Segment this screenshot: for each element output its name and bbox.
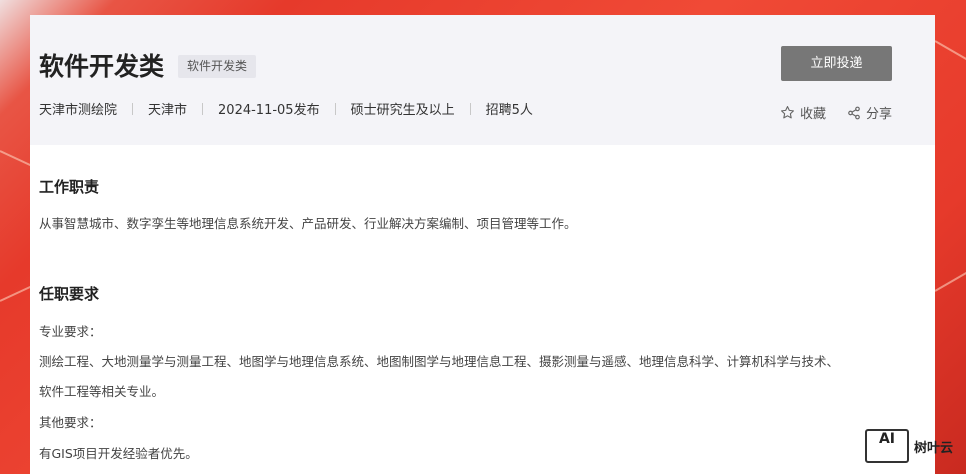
other-requirement-text: 有GIS项目开发经验者优先。 xyxy=(39,446,198,461)
apply-button[interactable]: 立即投递 xyxy=(781,46,892,81)
meta-divider xyxy=(132,102,134,115)
star-icon xyxy=(781,106,794,119)
employer-name: 天津市测绘院 xyxy=(39,103,118,118)
background-stripe xyxy=(934,40,966,62)
other-requirement-label: 其他要求： xyxy=(39,415,102,430)
background-stripe xyxy=(934,270,966,292)
publish-date: 2024-11-05发布 xyxy=(218,103,320,118)
watermark-logo: AI 树叶云 xyxy=(865,429,953,463)
major-requirement-text-cont: 软件工程等相关专业。 xyxy=(39,384,165,399)
share-label: 分享 xyxy=(866,107,893,122)
headcount: 招聘5人 xyxy=(485,103,533,118)
major-requirement-text: 测绘工程、大地测量学与测量工程、地图学与地理信息系统、地图制图学与地理信息工程、… xyxy=(39,354,840,369)
favorite-button[interactable]: 收藏 xyxy=(780,103,826,122)
education-requirement: 硕士研究生及以上 xyxy=(350,103,455,118)
major-requirement-label: 专业要求： xyxy=(39,324,102,339)
meta-divider xyxy=(334,102,336,115)
meta-divider xyxy=(469,102,471,115)
requirements-heading: 任职要求 xyxy=(39,285,100,303)
job-category-tag: 软件开发类 xyxy=(178,55,257,78)
duties-text: 从事智慧城市、数字孪生等地理信息系统开发、产品研发、行业解决方案编制、项目管理等… xyxy=(39,216,577,231)
meta-divider xyxy=(202,102,204,115)
watermark-brand: 树叶云 xyxy=(914,440,954,456)
share-button[interactable]: 分享 xyxy=(847,103,892,122)
job-header: 软件开发类 软件开发类 天津市测绘院 天津市 2024-11-05发布 硕士研究… xyxy=(30,15,935,145)
job-location: 天津市 xyxy=(148,103,188,118)
job-title: 软件开发类 xyxy=(39,52,165,81)
job-detail-card: 软件开发类 软件开发类 天津市测绘院 天津市 2024-11-05发布 硕士研究… xyxy=(30,15,935,474)
ai-logo-icon: AI xyxy=(865,429,909,463)
duties-heading: 工作职责 xyxy=(39,178,100,196)
share-icon xyxy=(848,106,860,119)
job-meta-row: 天津市测绘院 天津市 2024-11-05发布 硕士研究生及以上 招聘5人 xyxy=(39,99,533,118)
favorite-label: 收藏 xyxy=(800,107,827,122)
